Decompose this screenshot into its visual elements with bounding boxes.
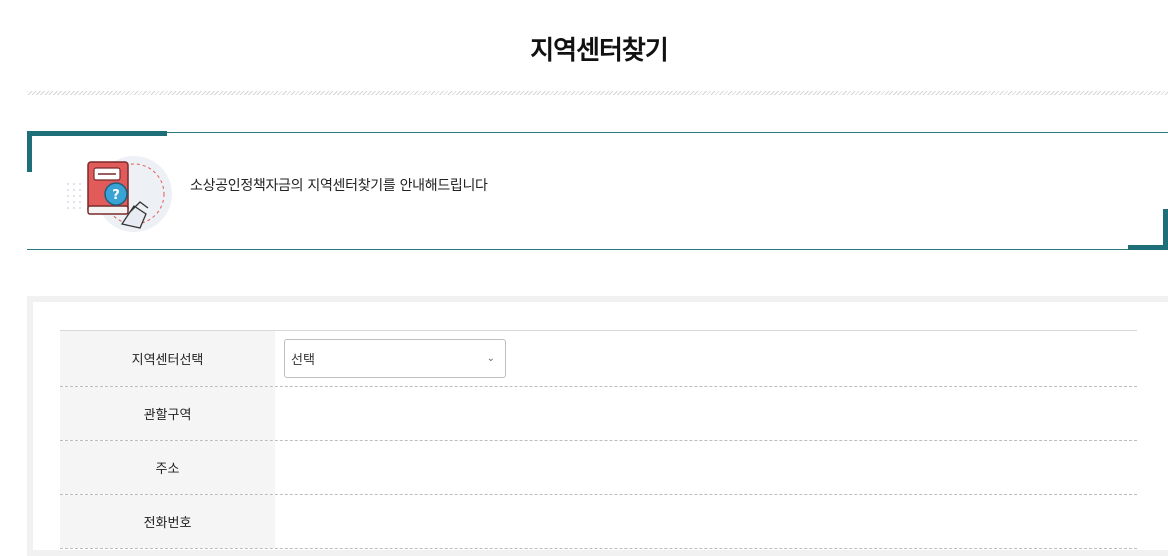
phone-value [275,495,1137,548]
jurisdiction-value [275,387,1137,440]
page-title: 지역센터찾기 [530,36,669,66]
center-info-table: 지역센터선택 선택 ⌄ 관할구역 주소 전화번호 [60,330,1137,549]
table-row: 주소 [60,441,1137,495]
svg-text:?: ? [112,188,120,203]
notice-text: 소상공인정책자금의 지역센터찾기를 안내해드립니다 [190,178,488,194]
row-value-cell: 선택 ⌄ [275,331,1137,386]
table-row: 전화번호 [60,495,1137,549]
title-divider [27,91,1168,95]
table-row: 관할구역 [60,387,1137,441]
notice-corner-accent [27,131,32,172]
center-select-dropdown[interactable]: 선택 ⌄ [284,339,506,378]
table-row: 지역센터선택 선택 ⌄ [60,331,1137,387]
address-value [275,441,1137,494]
chevron-down-icon: ⌄ [486,353,495,364]
row-label-jurisdiction: 관할구역 [60,387,275,440]
row-label-phone: 전화번호 [60,495,275,548]
row-label-center-select: 지역센터선택 [60,331,275,386]
book-handshake-question-icon: ? [60,150,178,234]
row-label-address: 주소 [60,441,275,494]
notice-corner-accent [27,131,167,136]
notice-corner-accent [1128,245,1168,250]
center-select-value: 선택 [291,353,315,368]
notice-corner-accent [1163,209,1168,250]
